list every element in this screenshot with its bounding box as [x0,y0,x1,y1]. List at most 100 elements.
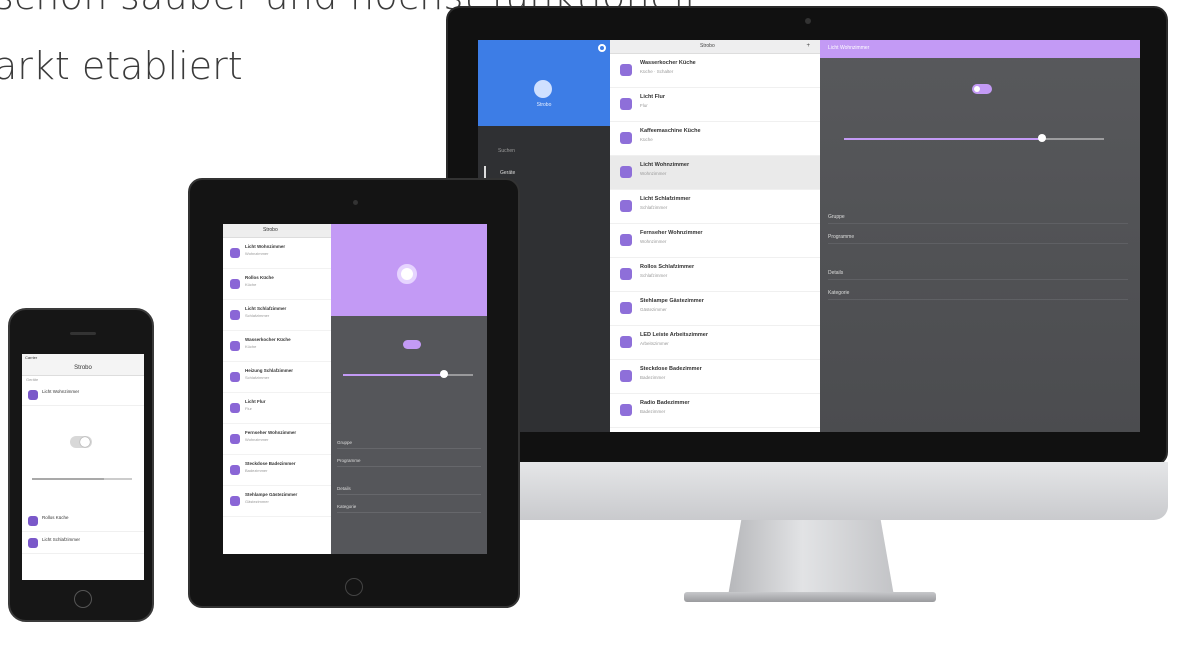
add-icon[interactable]: + [806,43,810,49]
device-icon [230,403,240,413]
list-item-title: Radio Badezimmer [640,400,690,406]
sidebar-header: Strobo [478,40,610,126]
list-item-title: Stehlampe Gästezimmer [640,298,704,304]
camera-icon [353,200,358,205]
list-item-title: LED Leiste Arbeitszimmer [640,332,708,338]
list-item-subtitle: Wohnzimmer [640,239,667,244]
slider-knob[interactable] [1037,134,1046,142]
list-item[interactable]: Rollos Küche Küche [223,269,331,300]
list-item[interactable]: Stehlampe Gästezimmer Gästezimmer [223,486,331,517]
detail-row-group[interactable]: Gruppe [828,210,1128,224]
device-icon [28,538,38,548]
slider-fill [32,478,104,480]
list-item[interactable]: Licht Flur Flur [610,88,820,122]
list-item[interactable]: Licht Wohnzimmer Wohnzimmer [223,238,331,269]
device-icon [230,248,240,258]
list-item[interactable]: Fernseher Wohnzimmer Wohnzimmer [223,424,331,455]
list-item-title: Licht Schlafzimmer [245,306,287,311]
power-toggle[interactable] [972,84,992,94]
list-item[interactable]: Licht Wohnzimmer [22,384,144,406]
detail-row-category[interactable]: Kategorie [337,500,481,513]
bulb-icon[interactable] [397,264,417,284]
list-item-title: Heizung Schlafzimmer [245,368,294,373]
brightness-slider[interactable] [32,478,132,480]
detail-row-programs[interactable]: Programme [828,230,1128,244]
detail-row-details[interactable]: Details [828,266,1128,280]
imac-bezel: Strobo Suchen Geräte Strobo + Wasserkoch… [446,6,1168,466]
list-header: Strobo + [610,40,820,54]
detail-row-details[interactable]: Details [337,482,481,495]
list-item-subtitle: Gästezimmer [640,307,667,312]
list-item-subtitle: Schlafzimmer [245,375,270,380]
list-item[interactable]: LED Leiste Arbeitszimmer Arbeitszimmer [610,326,820,360]
list-item[interactable]: Kaffeemaschine Küche Küche [610,122,820,156]
speaker-grille [70,332,96,335]
device-icon [230,310,240,320]
detail-row-group[interactable]: Gruppe [337,436,481,449]
search-input[interactable]: Suchen [484,144,604,158]
detail-header: Licht Wohnzimmer [820,40,1140,58]
detail-row-category[interactable]: Kategorie [828,286,1128,300]
desktop-detail-panel: Licht Wohnzimmer Gruppe Programme Detail… [820,40,1140,432]
list-item-subtitle: Flur [245,406,252,411]
list-item[interactable]: Licht Schlafzimmer Schlafzimmer [610,190,820,224]
power-toggle[interactable] [403,340,421,349]
marketing-stage: schön sauber und höchst funktionell arkt… [0,0,1182,667]
list-item-title: Steckdose Badezimmer [245,461,296,466]
list-title: Strobo [263,227,278,233]
coffee-icon [620,132,632,144]
list-item[interactable]: Wasserkocher Küche Küche · Schalter [610,54,820,88]
list-item[interactable]: Steckdose Badezimmer Badezimmer [610,360,820,394]
list-item[interactable]: Heizung Schlafzimmer Schlafzimmer [223,362,331,393]
list-item[interactable]: Licht Flur Flur [223,393,331,424]
list-item[interactable]: Radio Badezimmer Badezimmer [610,394,820,428]
tablet-device-list: Strobo Licht Wohnzimmer Wohnzimmer Rollos … [223,224,331,554]
phone-screen: Carrier Strobo Geräte Licht Wohnzimmer R… [22,354,144,580]
list-item[interactable]: Wasserkocher Küche Küche [223,331,331,362]
home-button[interactable] [345,578,363,596]
slider-fill [343,374,445,376]
imac-stand [728,520,894,596]
list-item[interactable]: Steckdose Badezimmer Badezimmer [223,455,331,486]
list-item-title: Fernseher Wohnzimmer [245,430,297,435]
desktop-screen: Strobo Suchen Geräte Strobo + Wasserkoch… [478,40,1140,432]
device-icon [230,279,240,289]
brightness-slider[interactable] [844,134,1104,142]
status-bar: Carrier [22,354,144,362]
list-item-subtitle: Küche [245,282,257,287]
brightness-slider[interactable] [343,370,473,378]
list-item[interactable]: Fernseher Wohnzimmer Wohnzimmer [610,224,820,258]
imac-foot [684,592,936,602]
list-item-subtitle: Schlafzimmer [640,273,668,278]
tv-icon [620,234,632,246]
gear-icon[interactable] [598,44,606,52]
list-item-subtitle: Wohnzimmer [640,171,667,176]
power-toggle[interactable] [70,436,92,448]
list-item[interactable]: Licht Wohnzimmer Wohnzimmer [610,156,820,190]
device-icon [230,434,240,444]
floor-lamp-icon [620,302,632,314]
list-item[interactable]: Licht Schlafzimmer [22,532,144,554]
tablet-detail-panel: Gruppe Programme Details Kategorie [331,224,487,554]
list-item-subtitle: Badezimmer [640,409,666,414]
home-button[interactable] [74,590,92,608]
lamp-icon [620,98,632,110]
list-item[interactable]: Licht Schlafzimmer Schlafzimmer [223,300,331,331]
slider-fill [844,138,1042,140]
camera-icon [805,18,811,24]
list-item-subtitle: Flur [640,103,648,108]
section-header: Geräte [26,377,39,382]
list-item[interactable]: Rollos Küche [22,510,144,532]
detail-row-programs[interactable]: Programme [337,454,481,467]
list-item[interactable]: Rollos Schlafzimmer Schlafzimmer [610,258,820,292]
app-logo-icon [534,80,552,98]
lamp-icon [620,166,632,178]
list-item-subtitle: Badezimmer [245,468,268,473]
list-item[interactable]: Stehlampe Gästezimmer Gästezimmer [610,292,820,326]
list-item-title: Stehlampe Gästezimmer [245,492,298,497]
list-item-subtitle: Schlafzimmer [245,313,270,318]
slider-knob[interactable] [440,370,449,378]
led-icon [620,336,632,348]
desktop-device-list: Strobo + Wasserkocher Küche Küche · Schal… [610,40,820,432]
hero-subline: arkt etabliert [0,44,243,88]
